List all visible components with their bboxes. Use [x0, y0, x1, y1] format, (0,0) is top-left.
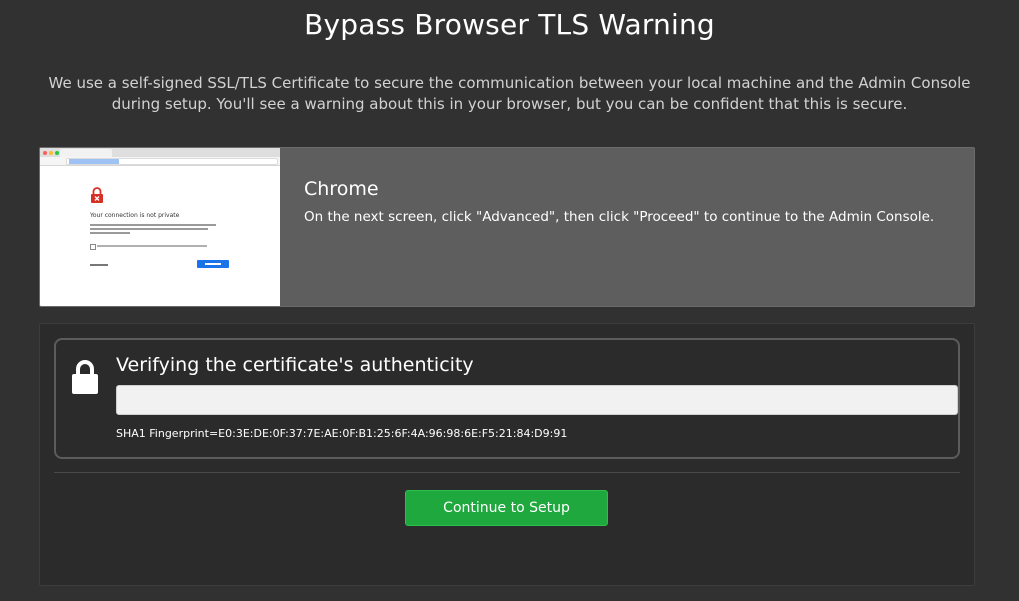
maximize-dot	[55, 151, 59, 155]
intro-text: We use a self-signed SSL/TLS Certificate…	[48, 74, 971, 113]
browser-name: Chrome	[304, 178, 379, 200]
screenshot-url-selection	[69, 159, 119, 164]
browser-instructions: On the next screen, click "Advanced", th…	[304, 209, 935, 225]
close-dot	[43, 151, 47, 155]
screenshot-text-line	[90, 224, 216, 226]
minimize-dot	[49, 151, 53, 155]
screenshot-titlebar	[40, 148, 280, 157]
screenshot-button-text	[205, 263, 221, 265]
certificate-box: Verifying the certificate's authenticity…	[54, 338, 960, 459]
screenshot-url-field	[66, 158, 278, 165]
screenshot-text-line	[90, 232, 130, 234]
lock-icon	[72, 360, 98, 394]
screenshot-back-button	[197, 260, 229, 268]
screenshot-heading: Your connection is not private	[90, 212, 180, 219]
browser-hint-panel: Your connection is not private Chrome On…	[39, 147, 975, 307]
screenshot-tab	[60, 149, 112, 157]
divider	[54, 472, 960, 473]
screenshot-checkbox	[90, 244, 96, 250]
screenshot-advanced-link	[90, 264, 108, 266]
certificate-title: Verifying the certificate's authenticity	[116, 354, 474, 376]
warning-lock-icon	[91, 187, 103, 203]
continue-to-setup-button[interactable]: Continue to Setup	[405, 490, 608, 526]
certificate-input[interactable]	[116, 385, 958, 415]
verification-panel: Verifying the certificate's authenticity…	[39, 323, 975, 586]
browser-warning-screenshot: Your connection is not private	[40, 148, 280, 306]
sha1-fingerprint: SHA1 Fingerprint=E0:3E:DE:0F:37:7E:AE:0F…	[116, 427, 568, 440]
page-title: Bypass Browser TLS Warning	[304, 8, 715, 41]
screenshot-text-line	[90, 228, 208, 230]
screenshot-text-line	[97, 245, 207, 247]
screenshot-address-bar	[40, 157, 280, 166]
